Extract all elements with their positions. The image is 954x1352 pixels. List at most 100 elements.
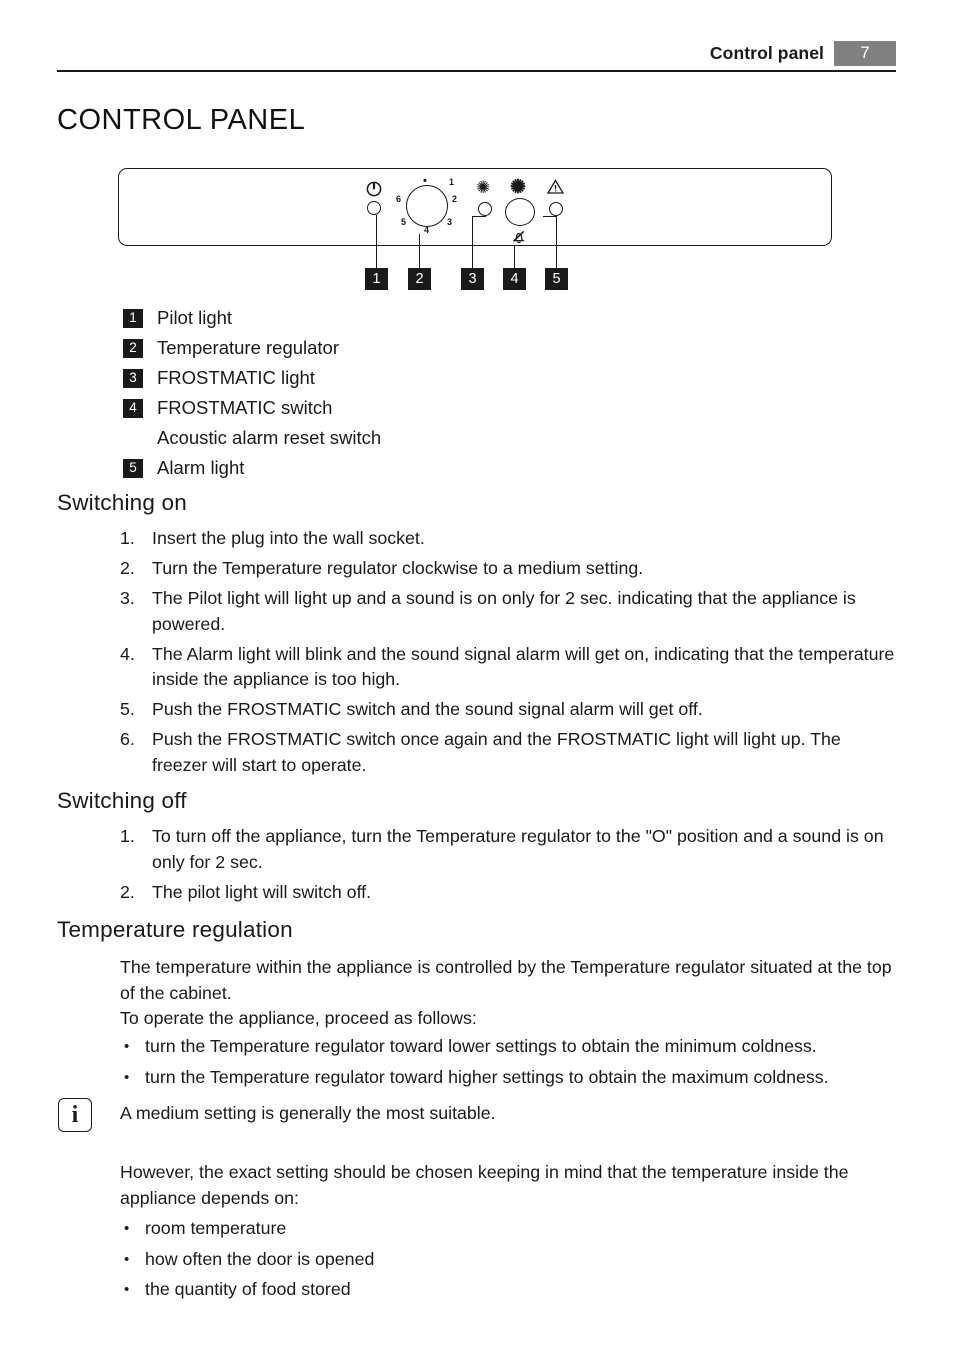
list-item-text: how often the door is opened [145,1248,375,1269]
leader-tick-5 [543,216,557,218]
dial-label-4: 4 [424,225,430,235]
list-item-number: 5. [120,699,135,719]
legend-badge: 3 [123,368,143,388]
figure-badge-4: 4 [503,268,526,290]
legend-label: Acoustic alarm reset switch [157,427,382,448]
frostmatic-light-lamp [478,202,492,216]
pilot-light-lamp [367,201,381,215]
legend-badge: 1 [123,308,143,328]
heading-switching-on: Switching on [57,490,187,515]
list-item-text: Push the FROSTMATIC switch once again an… [152,729,841,775]
frostmatic-switch-button[interactable] [505,198,535,226]
list-item-text: the quantity of food stored [145,1279,351,1299]
header-divider [57,70,896,72]
bullet-dot: • [124,1220,130,1237]
running-header: Control panel 7 [57,38,896,68]
snowflake-bold-icon: ✺ [510,177,526,198]
dial-label-1: 1 [449,177,455,187]
leader-line-4 [514,246,516,268]
list-item-text: turn the Temperature regulator toward hi… [145,1066,829,1087]
switching-on-list: 1. Insert the plug into the wall socket.… [120,526,898,783]
page-number-badge: 7 [834,40,896,66]
list-item-text: The pilot light will switch off. [152,881,372,902]
dial-label-3: 3 [447,217,453,227]
info-note-text: A medium setting is generally the most s… [120,1103,496,1123]
legend-label: Alarm light [157,457,245,478]
legend-badge: 5 [123,458,143,478]
bullet-dot: • [124,1250,130,1268]
list-item: • how often the door is opened [120,1247,910,1273]
snowflake-icon: ✺ [476,178,491,197]
list-item-text: turn the Temperature regulator toward lo… [145,1036,817,1056]
info-icon: i [58,1098,92,1132]
dial-marker-dot: • [423,175,427,187]
bell-crossed-icon [510,228,528,246]
legend-badge: 4 [123,398,143,418]
legend-label: FROSTMATIC switch [157,397,333,418]
list-item: • room temperature [120,1216,910,1242]
leader-line-2 [419,234,421,268]
legend-badge: 2 [123,338,143,358]
figure-badge-5: 5 [545,268,568,290]
legend-label: Pilot light [157,307,233,328]
figure-badge-3: 3 [461,268,484,290]
legend-item: 1 Pilot light [123,303,723,333]
legend-label: Temperature regulator [157,337,340,358]
list-item-number: 1. [120,528,135,548]
control-panel-figure: • 1 2 3 4 5 6 ✺ ✺ 1 2 3 4 5 [118,168,834,293]
leader-line-5 [556,216,558,268]
alarm-light-lamp [549,202,563,216]
figure-badge-2: 2 [408,268,431,290]
list-item-text: The Alarm light will blink and the sound… [152,643,895,690]
dial-label-6: 6 [396,194,402,204]
switching-off-list: 1. To turn off the appliance, turn the T… [120,824,898,910]
legend-item: 4 FROSTMATIC switch [123,393,723,423]
figure-badge-1: 1 [365,268,388,290]
legend-label: FROSTMATIC light [157,367,315,388]
warning-triangle-icon [546,179,565,194]
factors-list: • room temperature • how often the door … [120,1216,910,1308]
legend-item: 3 FROSTMATIC light [123,363,723,393]
bullet-dot: • [124,1281,130,1298]
heading-temperature-regulation: Temperature regulation [57,917,293,942]
bullet-dot: • [124,1068,130,1086]
legend-item: Acoustic alarm reset switch [123,423,723,453]
temperature-regulation-bullets: • turn the Temperature regulator toward … [120,1034,910,1095]
leader-line-3 [472,216,474,268]
list-item: 3. The Pilot light will light up and a s… [120,586,898,637]
figure-legend: 1 Pilot light 2 Temperature regulator 3 … [123,303,723,483]
list-item: 1. To turn off the appliance, turn the T… [120,824,898,875]
power-icon [366,181,382,197]
list-item-number: 2. [120,558,135,578]
list-item-text: The Pilot light will light up and a soun… [152,588,856,634]
panel-outline [118,168,832,246]
list-item-number: 3. [120,588,135,608]
document-page: Control panel 7 CONTROL PANEL • 1 2 3 4 … [0,0,954,1352]
heading-switching-off: Switching off [57,788,187,813]
list-item: 2. Turn the Temperature regulator clockw… [120,556,898,582]
temperature-regulator-dial[interactable] [406,185,448,227]
list-item-text: Insert the plug into the wall socket. [152,528,425,548]
list-item-text: Push the FROSTMATIC switch and the sound… [152,699,703,719]
however-paragraph: However, the exact setting should be cho… [120,1162,849,1208]
bullet-dot: • [124,1038,130,1055]
list-item: 4. The Alarm light will blink and the so… [120,642,898,693]
leader-tick-3 [472,216,486,218]
list-item: • turn the Temperature regulator toward … [120,1034,910,1060]
header-title: Control panel [709,42,824,63]
list-item-number: 2. [120,881,135,902]
temperature-regulation-intro: The temperature within the appliance is … [120,957,892,1003]
list-item-number: 6. [120,729,135,749]
legend-item: 2 Temperature regulator [123,333,723,363]
dial-label-5: 5 [401,217,407,227]
legend-badge [123,429,143,448]
list-item: • the quantity of food stored [120,1277,910,1303]
list-item: • turn the Temperature regulator toward … [120,1065,910,1091]
legend-item: 5 Alarm light [123,453,723,483]
list-item-text: To turn off the appliance, turn the Temp… [152,826,884,872]
page-title: CONTROL PANEL [57,104,306,136]
list-item-text: room temperature [145,1218,287,1238]
list-item-text: Turn the Temperature regulator clockwise… [152,558,644,578]
leader-line-1 [376,215,378,268]
dial-label-2: 2 [452,194,458,204]
